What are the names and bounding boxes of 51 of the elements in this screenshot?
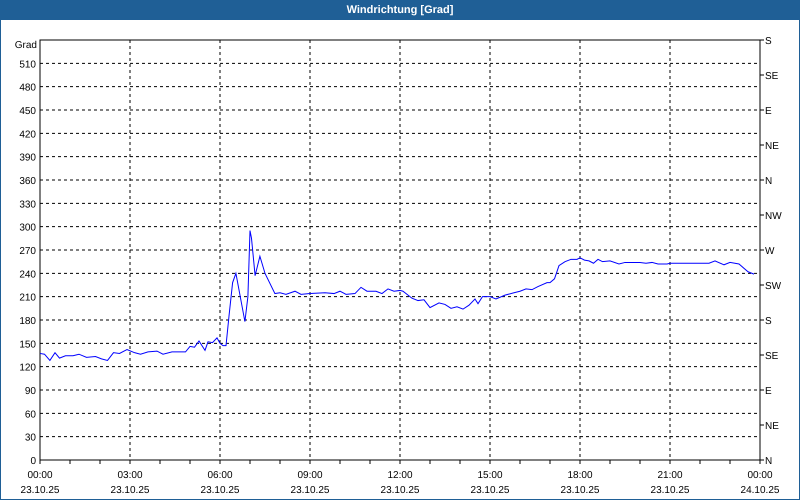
compass-label: NW [765, 211, 782, 222]
y-axis-label: 270 [19, 246, 36, 257]
compass-label: N [765, 456, 772, 467]
time-label: 00:00 [747, 470, 773, 481]
time-label: 09:00 [297, 470, 323, 481]
compass-label: S [765, 316, 772, 327]
y-axis-title: Grad [14, 40, 37, 51]
date-label: 23.10.25 [290, 485, 330, 496]
date-label: 23.10.25 [110, 485, 150, 496]
y-axis-label: 390 [19, 152, 36, 164]
y-axis-label: 60 [24, 409, 36, 420]
date-label: 23.10.25 [470, 485, 510, 496]
compass-label: NE [765, 141, 779, 152]
compass-label: S [765, 36, 772, 47]
y-axis-label: 180 [19, 316, 36, 327]
window-title: Windrichtung [Grad] [346, 2, 454, 18]
y-axis-label: 450 [19, 106, 36, 117]
date-label: 24.10.25 [740, 485, 780, 496]
time-label: 06:00 [207, 470, 233, 481]
time-label: 00:00 [27, 470, 53, 481]
date-label: 23.10.25 [20, 485, 60, 496]
date-label: 23.10.25 [560, 485, 600, 496]
compass-label: NE [765, 421, 779, 432]
compass-label: SW [765, 281, 782, 292]
y-axis-label: 30 [24, 432, 36, 444]
time-label: 15:00 [477, 470, 503, 481]
y-axis-label: 150 [19, 339, 36, 350]
date-label: 23.10.25 [650, 485, 690, 496]
y-axis-label: 300 [19, 222, 36, 234]
date-label: 23.10.25 [380, 485, 420, 496]
compass-label: E [765, 386, 772, 397]
compass-label: E [765, 106, 772, 117]
time-label: 12:00 [387, 470, 413, 481]
compass-label: SE [765, 71, 778, 82]
y-axis-label: 240 [19, 269, 36, 280]
compass-label: W [765, 246, 774, 257]
compass-label: SE [765, 351, 778, 362]
time-label: 21:00 [657, 470, 683, 481]
time-label: 18:00 [567, 470, 593, 481]
y-axis-label: 120 [19, 362, 36, 374]
y-axis-label: 330 [19, 199, 36, 210]
compass-label: N [765, 176, 772, 187]
y-axis-label: 420 [19, 129, 36, 140]
y-axis-label: 480 [19, 82, 36, 94]
y-axis-label: 90 [24, 386, 36, 397]
y-axis-label: 0 [30, 456, 36, 467]
date-label: 23.10.25 [200, 485, 240, 496]
time-label: 03:00 [117, 470, 143, 481]
y-axis-label: 360 [19, 176, 36, 187]
y-axis-label: 510 [19, 59, 36, 70]
y-axis-label: 210 [19, 292, 36, 304]
